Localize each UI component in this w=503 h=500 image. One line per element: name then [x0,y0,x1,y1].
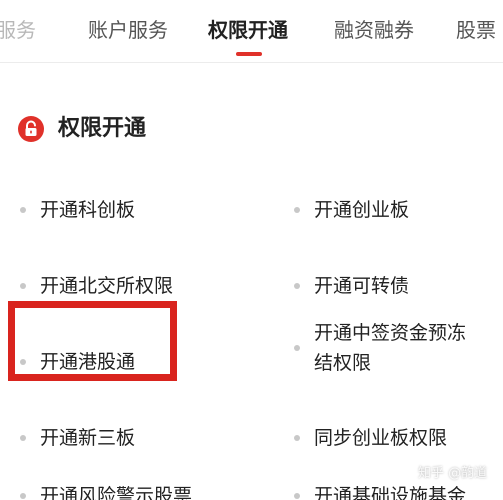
bullet-dot [20,435,26,441]
bullet-dot [20,207,26,213]
tab-account-service[interactable]: 账户服务 [88,16,168,44]
item-label: 开通北交所权限 [40,275,174,297]
bullet-dot [294,493,300,499]
active-tab-indicator [236,52,262,56]
item-label: 开通中签资金预冻结权限 [314,322,467,374]
bullet-dot [294,283,300,289]
watermark: 知乎 @韵道 [418,466,488,481]
tab-service[interactable]: 服务 [0,16,36,44]
item-label: 开通科创板 [40,199,136,221]
section-title: 权限开通 [58,116,147,141]
bullet-dot [20,283,26,289]
item-label: 开通可转债 [314,275,410,297]
item-label: 开通新三板 [40,427,136,449]
tab-stocks[interactable]: 股票 [456,16,496,44]
item-label: 开通创业板 [314,199,410,221]
tab-bar: 服务 账户服务 权限开通 融资融券 股票 [0,0,503,62]
bullet-dot [294,345,300,351]
item-label: 开通基础设施基金 [314,485,467,500]
bullet-dot [294,435,300,441]
tab-permission-open[interactable]: 权限开通 [208,16,288,44]
item-label: 开通风险警示股票 [40,485,193,500]
tab-margin-trading[interactable]: 融资融券 [334,16,414,44]
bullet-dot [20,493,26,499]
item-label: 同步创业板权限 [314,427,448,449]
highlight-box [8,301,177,381]
bullet-dot [294,207,300,213]
tab-bar-divider [0,62,503,63]
lock-icon [18,116,44,142]
